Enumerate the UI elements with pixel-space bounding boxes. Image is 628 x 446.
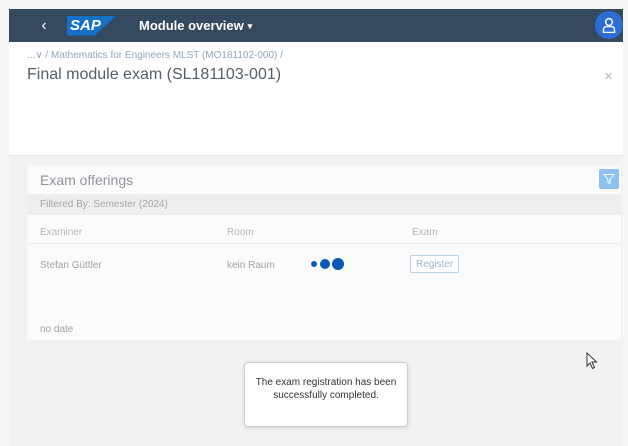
filter-button[interactable] (599, 169, 619, 189)
back-button[interactable]: ‹ (33, 17, 55, 35)
app-title: Module overview (139, 18, 244, 33)
shell-bar: ‹ SAP Module overview ▾ (9, 9, 623, 42)
breadcrumb[interactable]: ...∨ / Mathematics for Engineers MLST (M… (27, 50, 283, 61)
filter-text: Filtered By: Semester (2024) (40, 199, 168, 210)
column-header-examiner: Examiner (40, 227, 83, 238)
filter-icon (603, 174, 615, 185)
filter-info-bar: Filtered By: Semester (2024) (27, 194, 621, 215)
section-title: Exam offerings (40, 172, 134, 188)
app-title-menu[interactable]: Module overview ▾ (139, 18, 252, 33)
room-cell: kein Raum (227, 260, 275, 271)
page-title: Final module exam (SL181103-001) (27, 66, 282, 83)
column-header-room: Room (227, 227, 254, 238)
examiner-cell: Stefan Güttler (40, 260, 102, 271)
logo-text: SAP (70, 16, 101, 34)
sap-logo[interactable]: SAP (67, 15, 117, 36)
exam-offerings-panel: Exam offerings Filtered By: Semester (20… (27, 165, 621, 340)
column-header-exam: Exam (412, 227, 438, 238)
message-toast: The exam registration has been successfu… (244, 362, 408, 427)
mouse-pointer-icon (586, 352, 598, 370)
user-avatar[interactable] (595, 11, 623, 39)
close-button[interactable]: × (604, 68, 613, 85)
object-header: ...∨ / Mathematics for Engineers MLST (M… (9, 42, 623, 156)
person-icon (602, 17, 616, 33)
register-button[interactable]: Register (410, 255, 460, 273)
chevron-down-icon: ▾ (247, 21, 253, 31)
busy-indicator-icon (311, 258, 344, 270)
row-divider (27, 243, 621, 244)
no-date-text: no date (40, 324, 74, 335)
